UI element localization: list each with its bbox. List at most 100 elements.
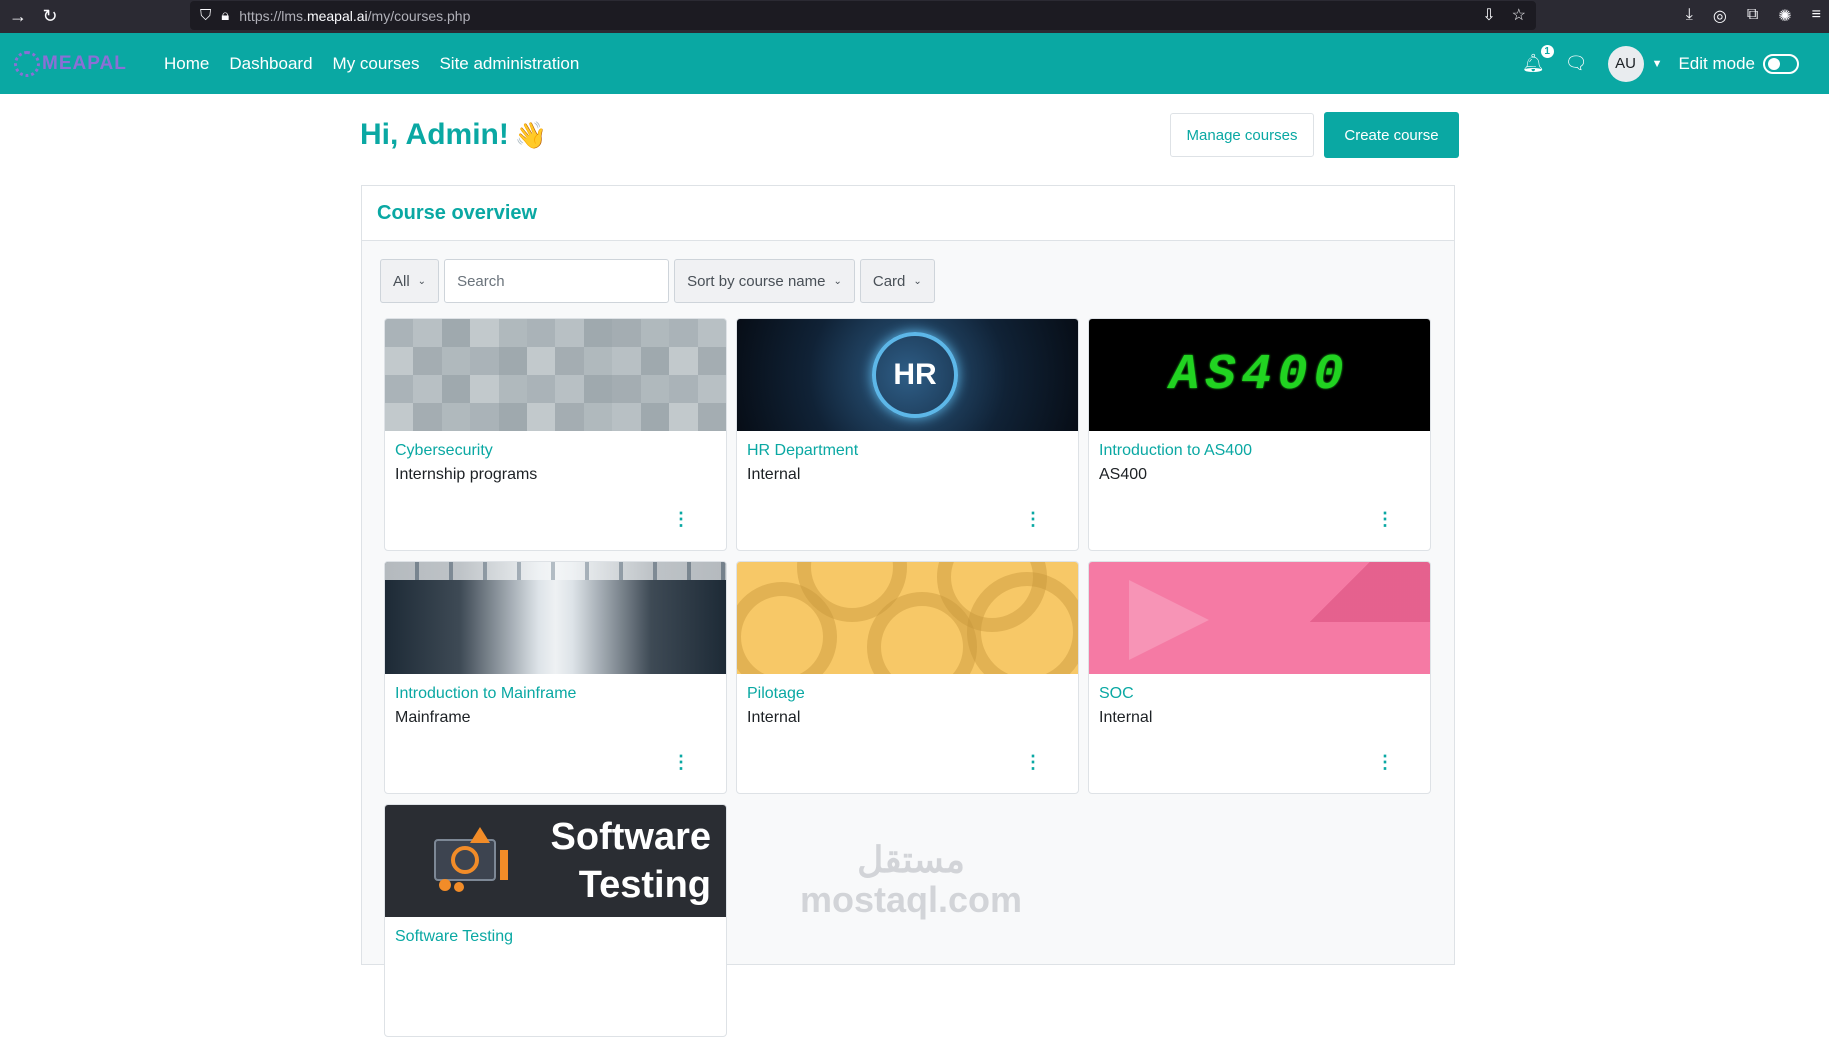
- course-name-link[interactable]: Introduction to Mainframe: [395, 685, 716, 703]
- course-card[interactable]: Software Testing Software Testing: [384, 804, 727, 1037]
- course-card[interactable]: Introduction to Mainframe Mainframe ⋮: [384, 561, 727, 794]
- mosaic-tile: [612, 347, 641, 375]
- mosaic-tile: [612, 375, 641, 403]
- course-image-software-testing[interactable]: Software Testing: [385, 805, 726, 917]
- course-card[interactable]: Cybersecurity Internship programs ⋮: [384, 318, 727, 551]
- view-dropdown[interactable]: Card ⌄: [859, 259, 935, 303]
- menu-icon[interactable]: ≡: [1812, 6, 1821, 26]
- account-icon[interactable]: ◎: [1713, 6, 1727, 26]
- notification-count-badge: 1: [1540, 45, 1554, 58]
- course-name-link[interactable]: Introduction to AS400: [1099, 442, 1420, 460]
- url-text: https://lms.meapal.ai/my/courses.php: [239, 7, 471, 24]
- course-card[interactable]: SOC Internal ⋮: [1088, 561, 1431, 794]
- mosaic-tile: [441, 319, 471, 347]
- mosaic-tile: [385, 403, 414, 431]
- chevron-down-icon: ⌄: [417, 275, 427, 287]
- site-navbar: MEAPAL Home Dashboard My courses Site ad…: [0, 33, 1829, 94]
- mosaic-tile: [498, 403, 528, 431]
- mosaic-tile: [583, 319, 613, 347]
- course-actions-menu-icon[interactable]: ⋮: [1376, 753, 1394, 771]
- mosaic-tile: [470, 347, 499, 375]
- site-logo[interactable]: MEAPAL: [14, 48, 134, 80]
- mosaic-tile: [612, 319, 641, 347]
- mosaic-tile: [527, 347, 556, 375]
- course-category: Internship programs: [395, 466, 538, 483]
- manage-courses-button[interactable]: Manage courses: [1170, 113, 1314, 157]
- grouping-filter-dropdown[interactable]: All ⌄: [380, 259, 440, 303]
- extension-icon[interactable]: ✺: [1778, 6, 1791, 26]
- mosaic-tile: [385, 375, 414, 403]
- mosaic-tile: [583, 347, 613, 375]
- software-testing-illustration-icon: [434, 827, 508, 892]
- course-actions-menu-icon[interactable]: ⋮: [1376, 510, 1394, 528]
- mosaic-tile: [385, 319, 414, 347]
- browser-toolbar: → ↻ ⛉ 🔒︎ https://lms.meapal.ai/my/course…: [0, 0, 1829, 33]
- downloads-icon[interactable]: ⤓: [1686, 6, 1693, 26]
- course-image-as400[interactable]: AS400: [1089, 319, 1430, 431]
- course-name-link[interactable]: Pilotage: [747, 685, 1068, 703]
- course-card[interactable]: Pilotage Internal ⋮: [736, 561, 1079, 794]
- course-name-link[interactable]: Cybersecurity: [395, 442, 716, 460]
- course-category: Internal: [747, 466, 801, 483]
- mosaic-tile: [640, 319, 670, 347]
- course-actions-menu-icon[interactable]: ⋮: [1024, 510, 1042, 528]
- mosaic-tile: [441, 347, 471, 375]
- course-card[interactable]: AS400 Introduction to AS400 AS400 ⋮: [1088, 318, 1431, 551]
- course-image-hr[interactable]: HR: [737, 319, 1078, 431]
- course-image-pilotage[interactable]: [737, 562, 1078, 674]
- course-name-link[interactable]: SOC: [1099, 685, 1420, 703]
- course-image-cybersecurity[interactable]: [385, 319, 726, 431]
- nav-dashboard[interactable]: Dashboard: [229, 54, 312, 74]
- shield-icon[interactable]: ⛉: [200, 7, 211, 24]
- address-bar[interactable]: ⛉ 🔒︎ https://lms.meapal.ai/my/courses.ph…: [190, 1, 1536, 30]
- install-icon[interactable]: ⇩: [1482, 5, 1495, 25]
- mosaic-tile: [413, 319, 442, 347]
- bookmark-star-icon[interactable]: ☆: [1512, 5, 1526, 25]
- course-search-input[interactable]: [444, 259, 670, 303]
- course-name-link[interactable]: Software Testing: [395, 928, 716, 946]
- forward-icon[interactable]: →: [0, 6, 36, 27]
- course-overview-title: Course overview: [362, 186, 1454, 241]
- course-category: Internal: [1099, 709, 1153, 726]
- mosaic-tile: [669, 375, 698, 403]
- lock-icon[interactable]: 🔒︎: [221, 7, 229, 24]
- mosaic-tile: [498, 347, 528, 375]
- mosaic-tile: [527, 403, 556, 431]
- chevron-down-icon[interactable]: ▼: [1652, 58, 1663, 70]
- course-name-link[interactable]: HR Department: [747, 442, 1068, 460]
- create-course-button[interactable]: Create course: [1324, 112, 1459, 158]
- as400-image-text: AS400: [1169, 346, 1350, 404]
- mosaic-tile: [413, 347, 442, 375]
- mosaic-tile: [697, 319, 726, 347]
- notifications-bell-icon[interactable]: 🔔︎ 1: [1522, 45, 1554, 74]
- mosaic-tile: [413, 403, 442, 431]
- nav-my-courses[interactable]: My courses: [333, 54, 420, 74]
- nav-site-administration[interactable]: Site administration: [439, 54, 579, 74]
- mosaic-tile: [555, 347, 584, 375]
- edit-mode-toggle[interactable]: [1763, 53, 1799, 74]
- mosaic-tile: [640, 375, 670, 403]
- course-image-mainframe[interactable]: [385, 562, 726, 674]
- hr-image-ring: HR: [872, 332, 958, 418]
- course-category: Mainframe: [395, 709, 471, 726]
- mosaic-tile: [583, 375, 613, 403]
- wave-emoji-icon: 👋: [514, 120, 548, 150]
- course-actions-menu-icon[interactable]: ⋮: [1024, 753, 1042, 771]
- mosaic-tile: [527, 375, 556, 403]
- edit-mode-label: Edit mode: [1678, 53, 1755, 73]
- course-actions-menu-icon[interactable]: ⋮: [672, 753, 690, 771]
- mosaic-tile: [669, 319, 698, 347]
- mosaic-tile: [583, 403, 613, 431]
- course-image-soc[interactable]: [1089, 562, 1430, 674]
- mostaql-watermark: مستقل mostaql.com: [800, 839, 1023, 920]
- course-actions-menu-icon[interactable]: ⋮: [672, 510, 690, 528]
- user-avatar[interactable]: AU: [1607, 45, 1644, 82]
- course-card[interactable]: HR HR Department Internal ⋮: [736, 318, 1079, 551]
- extensions-icon[interactable]: ⧉: [1747, 6, 1758, 26]
- sort-dropdown[interactable]: Sort by course name ⌄: [674, 259, 855, 303]
- reload-icon[interactable]: ↻: [32, 6, 68, 27]
- nav-home[interactable]: Home: [164, 54, 209, 74]
- mosaic-tile: [697, 403, 726, 431]
- messages-icon[interactable]: 🗨︎: [1565, 53, 1588, 74]
- mosaic-tile: [498, 319, 528, 347]
